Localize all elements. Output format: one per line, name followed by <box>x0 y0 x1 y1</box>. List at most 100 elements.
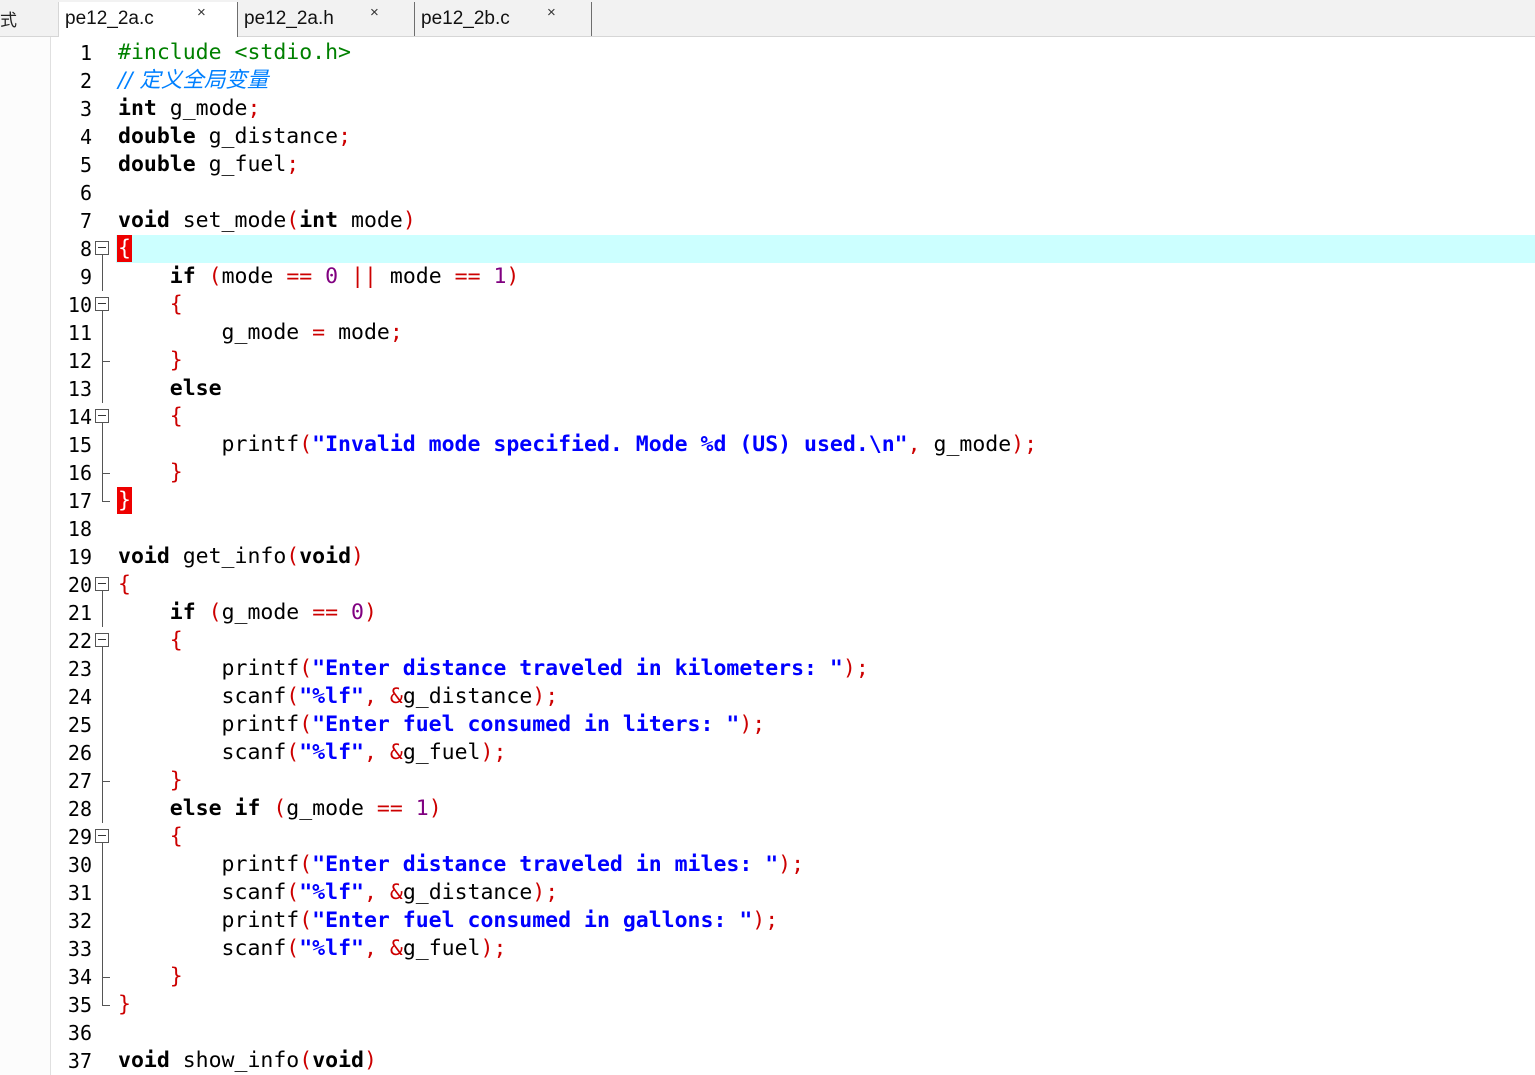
code-line[interactable]: 23 printf("Enter distance traveled in ki… <box>58 655 1535 683</box>
code-token: 0 <box>351 600 364 625</box>
code-token: } <box>169 348 183 373</box>
code-line[interactable]: 24 scanf("%lf", &g_distance); <box>58 683 1535 711</box>
code-token: = <box>312 320 326 345</box>
code-token: "Enter fuel consumed in gallons: " <box>312 908 753 933</box>
code-line[interactable]: 31 scanf("%lf", &g_distance); <box>58 879 1535 907</box>
code-token: { <box>118 572 131 597</box>
code-token: if <box>169 600 196 625</box>
code-line[interactable]: 28 else if (g_mode == 1) <box>58 795 1535 823</box>
code-token: ( <box>286 740 300 765</box>
code-token: == <box>376 796 403 821</box>
code-token: || <box>351 264 377 289</box>
code-line[interactable]: 21 if (g_mode == 0) <box>58 599 1535 627</box>
code-line[interactable]: 10 { <box>58 291 1535 319</box>
fold-toggle-icon[interactable] <box>94 571 114 599</box>
fold-toggle-icon[interactable] <box>94 291 114 319</box>
code-text: void get_info(void) <box>118 545 364 569</box>
code-line[interactable]: 2 // 定义全局变量 <box>58 67 1535 95</box>
tab-label: pe12_2a.c <box>65 8 154 29</box>
line-number: 35 <box>67 993 92 1017</box>
fold-guide <box>94 599 114 627</box>
line-number: 27 <box>67 769 92 793</box>
fold-guide <box>94 655 114 683</box>
tab-bar: 式 pe12_2a.c × pe12_2a.h × pe12_2b.c × <box>0 0 1535 37</box>
code-line[interactable]: 32 printf("Enter fuel consumed in gallon… <box>58 907 1535 935</box>
code-line[interactable]: 25 printf("Enter fuel consumed in liters… <box>58 711 1535 739</box>
code-line[interactable]: 12 } <box>58 347 1535 375</box>
code-line[interactable]: 5 double g_fuel; <box>58 151 1535 179</box>
code-token: ; <box>389 320 403 345</box>
code-line[interactable]: 19 void get_info(void) <box>58 543 1535 571</box>
code-text: g_mode = mode; <box>118 321 403 345</box>
code-line[interactable]: 16 } <box>58 459 1535 487</box>
code-line[interactable]: 8{ <box>58 235 1535 263</box>
line-number: 13 <box>67 377 92 401</box>
close-icon[interactable]: × <box>197 4 206 21</box>
code-token: ); <box>480 740 507 765</box>
code-line[interactable]: 26 scanf("%lf", &g_fuel); <box>58 739 1535 767</box>
fold-toggle-icon[interactable] <box>94 823 114 851</box>
fold-guide <box>94 963 114 991</box>
code-line[interactable]: 6 <box>58 179 1535 207</box>
code-text: } <box>118 993 131 1017</box>
code-token: printf <box>118 852 300 877</box>
fold-toggle-icon[interactable] <box>94 235 114 263</box>
code-line[interactable]: 7 void set_mode(int mode) <box>58 207 1535 235</box>
code-token: ( <box>208 264 222 289</box>
code-text: double g_fuel; <box>118 153 299 177</box>
code-line[interactable]: 14 { <box>58 403 1535 431</box>
fold-guide <box>94 795 114 823</box>
tab-pe12-2a-h[interactable]: pe12_2a.h × <box>238 2 415 36</box>
code-line[interactable]: 1 #include <stdio.h> <box>58 39 1535 67</box>
code-line[interactable]: 34 } <box>58 963 1535 991</box>
tab-pe12-2a-c[interactable]: pe12_2a.c × <box>58 2 238 37</box>
code-line[interactable]: 33 scanf("%lf", &g_fuel); <box>58 935 1535 963</box>
code-token: ( <box>299 712 313 737</box>
code-line[interactable]: 9 if (mode == 0 || mode == 1) <box>58 263 1535 291</box>
line-number: 1 <box>79 41 92 65</box>
fold-toggle-icon[interactable] <box>94 627 114 655</box>
fold-toggle-icon[interactable] <box>94 403 114 431</box>
code-line[interactable]: 20 { <box>58 571 1535 599</box>
code-line[interactable]: 36 <box>58 1019 1535 1047</box>
code-line[interactable]: 17} <box>58 487 1535 515</box>
code-line[interactable]: 37 void show_info(void) <box>58 1047 1535 1075</box>
code-token: ); <box>532 684 559 709</box>
code-editor[interactable]: 1 #include <stdio.h> 2 // 定义全局变量 3 int g_mode… <box>58 37 1535 1075</box>
code-token: g_mode <box>920 432 1012 457</box>
code-line[interactable]: 3 int g_mode; <box>58 95 1535 123</box>
code-token: , <box>907 432 921 457</box>
code-line[interactable]: 13 else <box>58 375 1535 403</box>
code-text: } <box>117 487 132 514</box>
code-token: printf <box>118 712 300 737</box>
left-panel-strip <box>0 37 51 1075</box>
fold-guide <box>94 739 114 767</box>
code-line[interactable]: 4 double g_distance; <box>58 123 1535 151</box>
close-icon[interactable]: × <box>547 4 556 21</box>
code-token: } <box>169 460 183 485</box>
code-token: ) <box>351 544 364 569</box>
code-token: ( <box>299 432 313 457</box>
code-line[interactable]: 22 { <box>58 627 1535 655</box>
code-line[interactable]: 18 <box>58 515 1535 543</box>
code-line[interactable]: 30 printf("Enter distance traveled in mi… <box>58 851 1535 879</box>
line-number: 34 <box>67 965 92 989</box>
code-text: printf("Invalid mode specified. Mode %d … <box>118 432 1038 457</box>
code-line[interactable]: 27 } <box>58 767 1535 795</box>
code-line[interactable]: 11 g_mode = mode; <box>58 319 1535 347</box>
code-token: "%lf" <box>299 740 364 765</box>
code-line[interactable]: 29 { <box>58 823 1535 851</box>
code-token: ) <box>363 1048 377 1073</box>
code-token: , <box>363 684 377 709</box>
fold-guide <box>94 907 114 935</box>
code-token: ( <box>208 600 222 625</box>
code-line[interactable]: 35} <box>58 991 1535 1019</box>
close-icon[interactable]: × <box>370 4 379 21</box>
code-token: g_fuel <box>402 740 481 765</box>
code-line[interactable]: 15 printf("Invalid mode specified. Mode … <box>58 431 1535 459</box>
tab-pe12-2b-c[interactable]: pe12_2b.c × <box>415 2 592 36</box>
line-number: 32 <box>67 909 92 933</box>
fold-guide <box>94 459 114 487</box>
